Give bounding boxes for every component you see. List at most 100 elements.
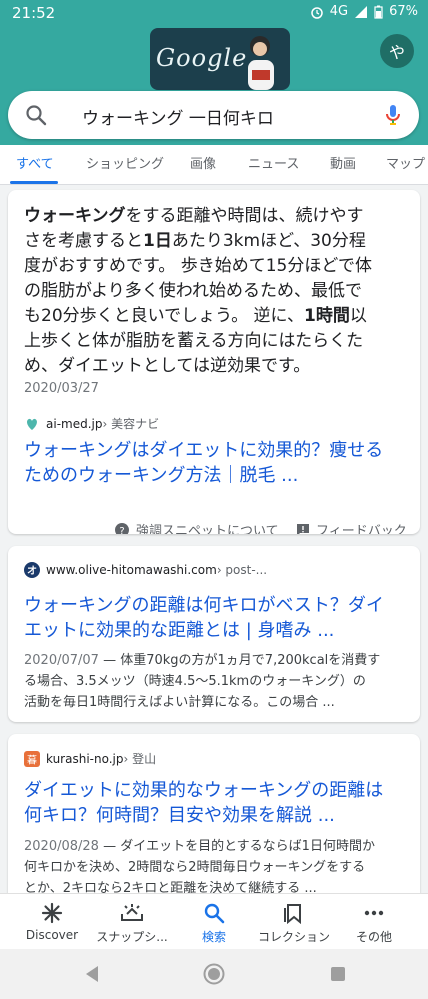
source-domain: kurashi-no.jp [46, 751, 124, 766]
alarm-icon [310, 6, 323, 19]
tab-images[interactable]: 画像 [190, 153, 216, 172]
snippet-line-part: 以 [349, 306, 367, 326]
snippet-line: 度がおすすめです。 歩き始めて15分ほどで体 [24, 256, 372, 276]
account-avatar[interactable]: や [380, 34, 414, 68]
battery-icon [374, 5, 383, 19]
result-source[interactable]: 暮 kurashi-no.jp › 登山 [24, 750, 156, 767]
snippet-line: さを考慮すると1日あたり3kmほど、30分程 [24, 229, 404, 254]
title-line: ウォーキングはダイエットに効果的？痩せる [24, 440, 384, 461]
featured-snippet-text: ウォーキングをする距離や時間は、続けやす さを考慮すると1日あたり3kmほど、3… [8, 190, 420, 379]
search-icon [204, 903, 225, 924]
feedback-icon [297, 523, 309, 534]
signal-icon [355, 5, 368, 18]
title-line: 何キロ？何時間？目安や効果を解説 ... [24, 805, 335, 826]
svg-text:?: ? [119, 526, 124, 535]
search-bar[interactable]: ウォーキング 一日何キロ [8, 91, 419, 139]
tab-maps[interactable]: マップ [386, 153, 425, 172]
collections-icon [284, 904, 301, 924]
nav-snapshot[interactable]: スナップシ... [90, 902, 174, 945]
nav-search[interactable]: 検索 [172, 902, 256, 945]
result-title[interactable]: ウォーキングの距離は何キロがベスト？ダイ エットに効果的な距離とは | 身嗜み … [24, 593, 409, 643]
snippet-source[interactable]: ai-med.jp › 美容ナビ [24, 415, 159, 432]
nav-more[interactable]: その他 [332, 902, 416, 945]
snippet-line: ウォーキングをする距離や時間は、続けやす [24, 204, 404, 229]
snippet-line-part: も20分歩くと良いでしょう。 逆に、 [24, 306, 304, 326]
snippet-bold: ウォーキング [24, 206, 126, 226]
title-line: ためのウォーキング方法｜脱毛 ... [24, 465, 299, 486]
feedback-label: フィードバック [316, 524, 407, 534]
result-date: 2020/07/07 [24, 653, 99, 668]
snippet-line: 上歩くと体が脂肪を蓄える方向にはたらくた [24, 331, 364, 351]
snippet-line-rest: をする距離や時間は、続けやす [125, 206, 364, 226]
active-tab-indicator [10, 181, 58, 184]
title-line: ダイエットに効果的なウォーキングの距離は [24, 780, 384, 801]
header: 21:52 4G 67% Google や ウォーキング 一日何キロ [0, 0, 428, 145]
search-query[interactable]: ウォーキング 一日何キロ [82, 104, 274, 129]
tab-all[interactable]: すべて [16, 153, 54, 172]
source-path: › 登山 [123, 752, 157, 766]
featured-snippet-card: ウォーキングをする距離や時間は、続けやす さを考慮すると1日あたり3kmほど、3… [8, 190, 420, 534]
snippet-line: も20分歩くと良いでしょう。 逆に、1時間以 [24, 304, 404, 329]
snapshot-icon [121, 904, 143, 921]
desc-line: 活動を毎日1時間行えばよい計算になる。この場合 ... [24, 695, 335, 710]
result-source[interactable]: オ www.olive-hitomawashi.com › post-... [24, 562, 267, 578]
snippet-line: の脂肪がより多く使われ始めるため、最低で [24, 281, 362, 301]
back-icon[interactable] [84, 965, 100, 983]
desc-line: る場合、3.5メッツ（時速4.5〜5.1kmのウォーキング）の [24, 674, 366, 689]
more-icon [364, 910, 384, 916]
desc-line: 2020/07/07 — 体重70kgの方が1ヵ月で7,200kcalを消費す [24, 650, 414, 671]
desc-text: — 体重70kgの方が1ヵ月で7,200kcalを消費す [98, 653, 381, 668]
status-icons: 4G 67% [310, 4, 418, 19]
nav-label: 検索 [201, 930, 226, 944]
recents-icon[interactable] [330, 966, 346, 982]
tab-news[interactable]: ニュース [248, 153, 299, 172]
snippet-bold: 1時間 [304, 306, 350, 326]
result-description: 2020/08/28 — ダイエットを目的とするならば1日何時間か 何キロかを決… [24, 836, 414, 899]
source-path: › post-... [216, 563, 268, 577]
desc-text: — ダイエットを目的とするならば1日何時間か [98, 839, 375, 854]
olive-favicon: オ [24, 562, 40, 578]
snippet-line: め、ダイエットとしては逆効果です。 [24, 356, 311, 376]
about-label: 強調スニペットについて [136, 524, 279, 534]
nav-discover[interactable]: Discover [10, 902, 94, 942]
result-title[interactable]: ダイエットに効果的なウォーキングの距離は 何キロ？何時間？目安や効果を解説 ..… [24, 778, 409, 828]
source-domain: ai-med.jp [46, 416, 103, 431]
ai-med-favicon [27, 418, 37, 430]
home-icon[interactable] [203, 963, 225, 985]
google-doodle[interactable]: Google [150, 28, 290, 90]
title-line: エットに効果的な距離とは | 身嗜み ... [24, 620, 335, 641]
desc-line: 何キロかを決め、2時間なら2時間毎日ウォーキングをする [24, 860, 366, 875]
nav-label: コレクション [257, 930, 330, 944]
search-result-card: オ www.olive-hitomawashi.com › post-... ウ… [8, 546, 420, 722]
network-type: 4G [329, 4, 349, 19]
kurashi-favicon: 暮 [24, 750, 40, 767]
snippet-line-part: さを考慮すると [24, 231, 143, 251]
doodle-logo-text: Google [156, 44, 248, 72]
about-featured-snippets[interactable]: ? 強調スニペットについて [114, 520, 279, 534]
svg-text:暮: 暮 [27, 753, 37, 766]
status-bar: 21:52 4G 67% [0, 0, 428, 26]
snippet-result-title[interactable]: ウォーキングはダイエットに効果的？痩せる ためのウォーキング方法｜脱毛 ... [24, 438, 409, 488]
tab-videos[interactable]: 動画 [330, 153, 356, 172]
search-tabs: すべて ショッピング 画像 ニュース 動画 マップ [0, 145, 428, 185]
tab-shopping[interactable]: ショッピング [86, 153, 164, 172]
source-domain: www.olive-hitomawashi.com [46, 563, 217, 577]
result-date: 2020/08/28 [24, 839, 99, 854]
snippet-bold: 1日 [143, 231, 172, 251]
system-navigation-bar [0, 949, 428, 999]
nav-label: Discover [25, 928, 79, 942]
status-time: 21:52 [12, 4, 56, 22]
feedback-button[interactable]: フィードバック [296, 520, 407, 534]
nav-collections[interactable]: コレクション [252, 902, 336, 945]
search-icon [26, 105, 47, 126]
bottom-navigation: Discover スナップシ... 検索 コレクション その他 [0, 893, 428, 949]
result-description: 2020/07/07 — 体重70kgの方が1ヵ月で7,200kcalを消費す … [24, 650, 414, 713]
doodle-illustration [248, 36, 274, 90]
help-icon: ? [115, 522, 129, 535]
source-path: › 美容ナビ [102, 417, 160, 431]
nav-label: スナップシ... [96, 930, 168, 944]
svg-text:オ: オ [27, 565, 37, 577]
snippet-date: 2020/03/27 [24, 381, 99, 396]
mic-icon[interactable] [385, 103, 401, 127]
desc-line: 2020/08/28 — ダイエットを目的とするならば1日何時間か [24, 836, 414, 857]
